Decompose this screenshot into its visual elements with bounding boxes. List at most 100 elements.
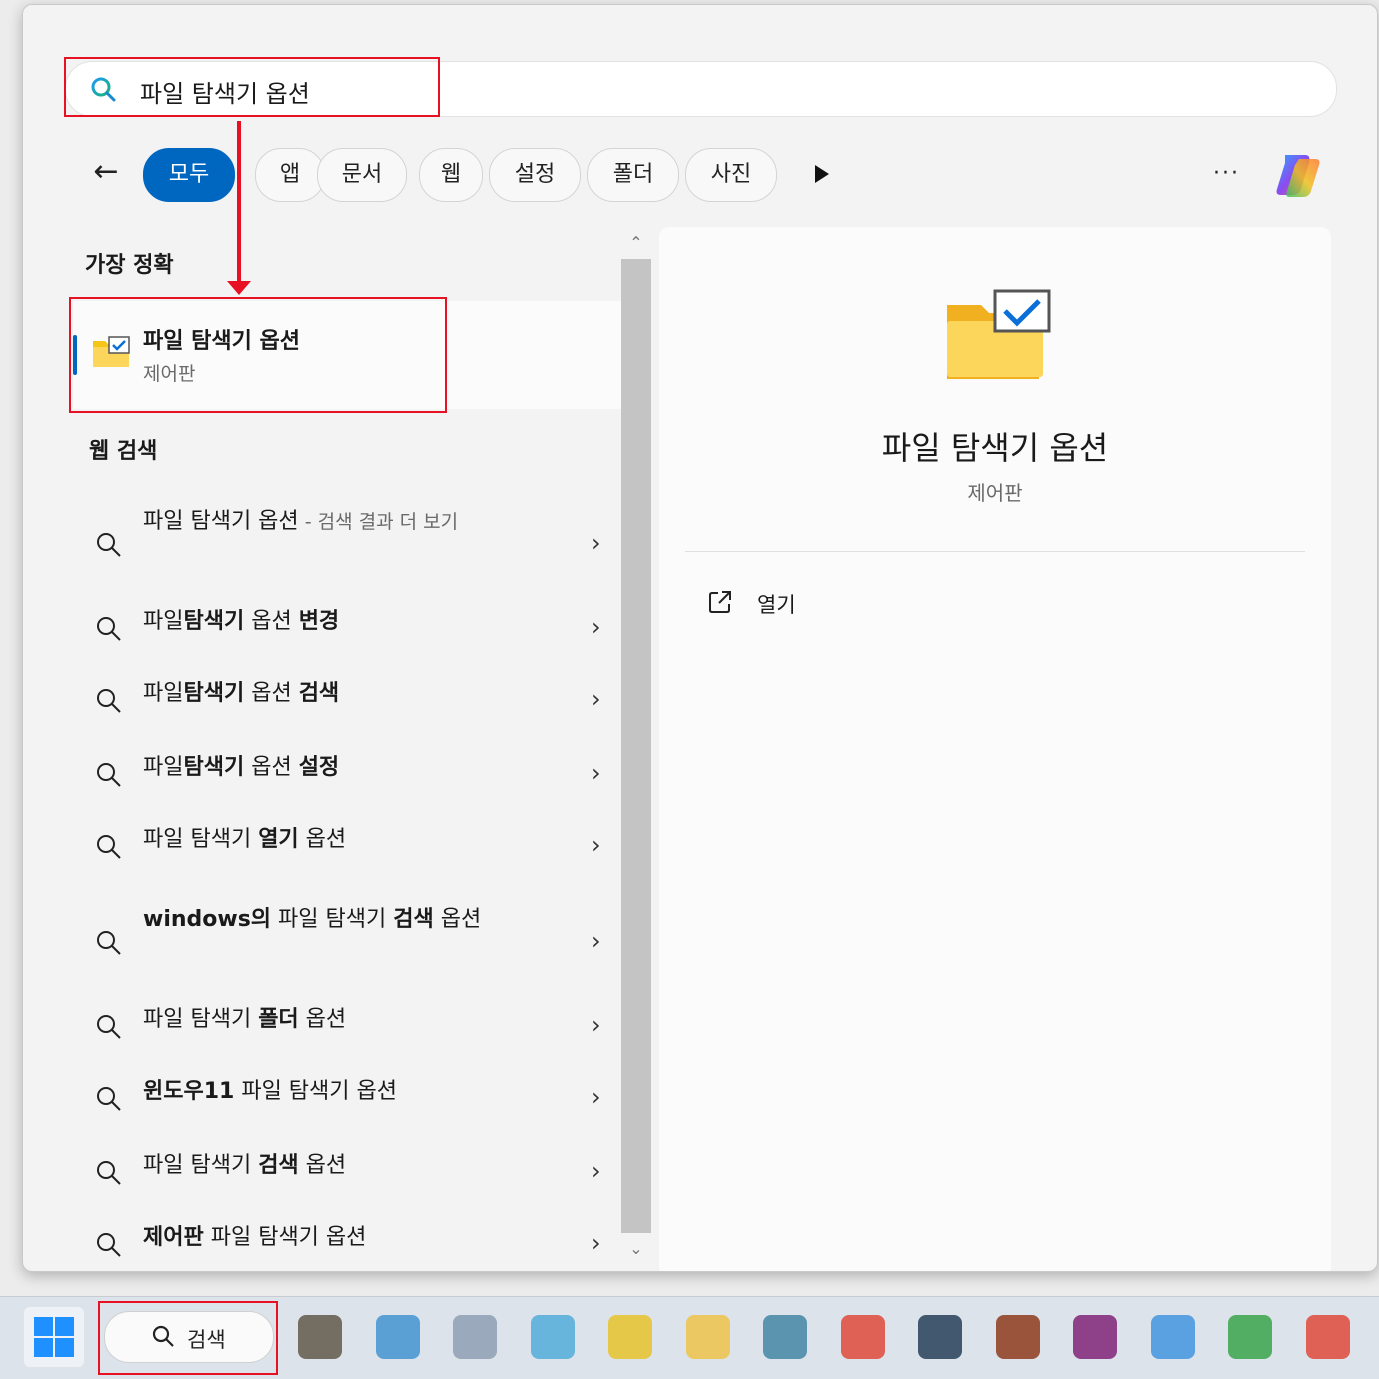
web-result-text-part: 파일 [143, 609, 184, 634]
web-result-text-part: 옵션 [298, 827, 347, 852]
windows-logo-icon [34, 1338, 53, 1357]
filter-chip[interactable]: 폴더 [587, 148, 679, 202]
open-action[interactable]: 열기 [757, 589, 796, 619]
web-result-text-part: 변경 [298, 609, 340, 634]
search-icon [97, 1233, 121, 1257]
results-scrollbar[interactable]: ⌃ ⌄ [621, 229, 651, 1269]
file-explorer-icon[interactable] [685, 1315, 730, 1359]
web-result-text: 파일 탐색기 검색 옵션 [143, 1149, 513, 1183]
divider [685, 551, 1305, 552]
web-search-heading: 웹 검색 [89, 439, 158, 464]
app-3-icon[interactable] [453, 1315, 497, 1359]
windows-logo-icon [34, 1317, 53, 1336]
web-result-text-part: 옵션 [244, 755, 299, 780]
filter-chip[interactable]: 사진 [685, 148, 777, 202]
filter-chip[interactable]: 모두 [143, 148, 235, 202]
app-7-icon[interactable] [763, 1315, 807, 1359]
filter-chip[interactable]: 설정 [489, 148, 581, 202]
web-result-text-part: 검색 [298, 681, 340, 706]
app-13-icon[interactable] [1228, 1315, 1272, 1359]
app-1-icon[interactable] [298, 1315, 342, 1359]
scroll-thumb[interactable] [621, 259, 651, 1233]
arrow-left-icon[interactable]: ← [89, 155, 123, 189]
app-10-icon[interactable] [995, 1315, 1040, 1359]
app-9-icon[interactable] [918, 1315, 962, 1359]
web-result-text: 제어판 파일 탐색기 옵션 [143, 1221, 513, 1255]
app-2-icon[interactable] [375, 1315, 420, 1359]
search-icon [97, 763, 121, 787]
highlight-taskbar-search [98, 1301, 278, 1375]
web-result-row[interactable]: 파일 탐색기 검색 옵션 › [73, 1149, 621, 1189]
web-result-row[interactable]: 파일 탐색기 폴더 옵션 › [73, 1003, 621, 1043]
web-result-row[interactable]: 윈도우11 파일 탐색기 옵션 › [73, 1075, 621, 1115]
web-result-text: 파일 탐색기 폴더 옵션 [143, 1003, 513, 1037]
chevron-right-icon[interactable]: › [591, 1229, 601, 1257]
copilot-icon[interactable] [1271, 149, 1325, 203]
chevron-right-icon[interactable]: › [591, 927, 601, 955]
scroll-down-icon[interactable]: ⌄ [621, 1235, 651, 1263]
chrome-icon[interactable] [840, 1315, 885, 1359]
detail-pane: 파일 탐색기 옵션 제어판 열기 [659, 227, 1331, 1271]
web-result-row[interactable]: 파일탐색기 옵션 변경 › [73, 605, 621, 645]
search-window: 파일 탐색기 옵션 ← 모두 앱 문서 웹 설정 폴더 사진 ··· 가장 정확 파일 탐색… [22, 4, 1378, 1272]
filter-chip[interactable]: 웹 [419, 148, 483, 202]
chevron-right-icon[interactable]: › [591, 1083, 601, 1111]
windows-start-button[interactable] [24, 1307, 84, 1367]
chevron-right-icon[interactable]: › [591, 613, 601, 641]
chevron-right-icon[interactable]: › [591, 1157, 601, 1185]
web-result-text-part: - 검색 결과 더 보기 [298, 511, 459, 533]
web-result-row[interactable]: windows의 파일 탐색기 검색 옵션 › [73, 903, 621, 975]
app-5-icon[interactable] [608, 1315, 652, 1359]
web-result-row[interactable]: 파일 탐색기 열기 옵션 › [73, 823, 621, 863]
web-result-text-part: 설정 [298, 755, 340, 780]
web-result-text-part: 파일 [143, 681, 184, 706]
vscode-icon[interactable] [1150, 1315, 1195, 1359]
web-result-text: windows의 파일 탐색기 검색 옵션 [143, 903, 513, 937]
web-result-text-part: 파일 탐색기 옵션 [203, 1225, 367, 1250]
web-result-text-part: 파일 탐색기 [143, 1153, 259, 1178]
web-result-text: 파일탐색기 옵션 검색 [143, 677, 513, 711]
detail-title: 파일 탐색기 옵션 [881, 429, 1109, 467]
best-match-heading: 가장 정확 [85, 253, 174, 278]
search-icon [97, 1161, 121, 1185]
web-result-text-part: 탐색기 [183, 681, 245, 706]
web-result-text-part: 옵션 [244, 609, 299, 634]
web-result-text: 파일탐색기 옵션 변경 [143, 605, 513, 639]
web-result-text-part: 탐색기 [183, 755, 245, 780]
web-result-text-part: windows의 [143, 907, 272, 932]
web-result-text-part: 옵션 [244, 681, 299, 706]
web-result-text-part: 파일 [143, 755, 184, 780]
web-result-text-part: 파일 탐색기 옵션 [143, 509, 299, 534]
annotation-arrow [237, 121, 241, 283]
web-result-row[interactable]: 파일탐색기 옵션 설정 › [73, 751, 621, 791]
search-icon [97, 1087, 121, 1111]
app-4-icon[interactable] [530, 1315, 575, 1359]
web-result-row[interactable]: 파일탐색기 옵션 검색 › [73, 677, 621, 717]
filter-chip[interactable]: 문서 [317, 148, 407, 202]
web-result-text-part: 검색 [258, 1153, 299, 1178]
filter-chip[interactable]: 앱 [255, 148, 325, 202]
web-result-row[interactable]: 제어판 파일 탐색기 옵션 › [73, 1221, 621, 1261]
open-external-icon[interactable] [707, 589, 733, 615]
chevron-right-icon[interactable]: › [591, 529, 601, 557]
scroll-up-icon[interactable]: ⌃ [621, 229, 651, 257]
chevron-right-icon[interactable]: › [591, 831, 601, 859]
web-result-text-part: 제어판 [143, 1225, 204, 1250]
web-result-text-part: 옵션 [298, 1007, 347, 1032]
chrome-2-icon[interactable] [1305, 1315, 1350, 1359]
more-options-icon[interactable]: ··· [1213, 161, 1240, 186]
chevron-right-icon[interactable]: › [591, 1011, 601, 1039]
web-result-text-part: 윈도우11 [143, 1079, 235, 1104]
folder-options-icon [947, 289, 1051, 379]
app-11-icon[interactable] [1073, 1315, 1117, 1359]
web-result-text-part: 열기 [258, 827, 299, 852]
web-result-text: 파일 탐색기 옵션 - 검색 결과 더 보기 [143, 505, 513, 539]
detail-subtitle: 제어판 [967, 481, 1023, 505]
play-icon[interactable] [815, 165, 829, 183]
chevron-right-icon[interactable]: › [591, 685, 601, 713]
web-result-text-part: 탐색기 [183, 609, 245, 634]
web-result-row[interactable]: 파일 탐색기 옵션 - 검색 결과 더 보기 › [73, 505, 621, 577]
chevron-right-icon[interactable]: › [591, 759, 601, 787]
taskbar: 검색 [0, 1296, 1379, 1379]
search-icon [97, 835, 121, 859]
